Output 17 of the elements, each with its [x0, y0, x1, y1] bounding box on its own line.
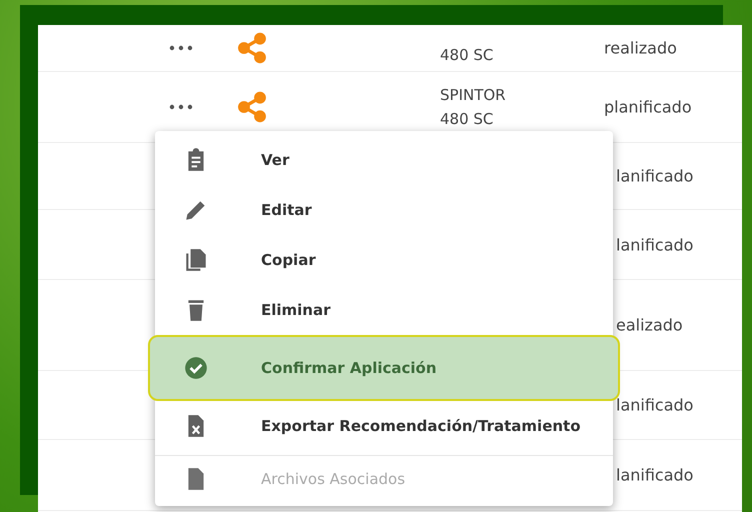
- status-text: lanificado: [616, 466, 694, 484]
- product-name: SPINTOR 480 SC: [440, 85, 507, 130]
- menu-item[interactable]: Copiar: [155, 235, 613, 285]
- menu-item[interactable]: Ver: [155, 135, 613, 185]
- status-text: lanificado: [616, 166, 694, 186]
- product-name: 480 SC: [440, 45, 494, 66]
- status-text: lanificado: [616, 235, 694, 254]
- more-icon[interactable]: [169, 45, 193, 51]
- status-text: planificado: [604, 98, 692, 116]
- menu-item[interactable]: Editar: [155, 185, 613, 235]
- more-icon[interactable]: [169, 104, 193, 110]
- check-circle-icon: [183, 355, 209, 381]
- menu-item[interactable]: Confirmar Aplicación: [148, 335, 620, 401]
- menu-item[interactable]: Eliminar: [155, 285, 613, 335]
- status-text: ealizado: [616, 316, 683, 334]
- status-text: realizado: [604, 38, 677, 58]
- menu-item[interactable]: Exportar Recomendación/Tratamiento: [155, 401, 613, 451]
